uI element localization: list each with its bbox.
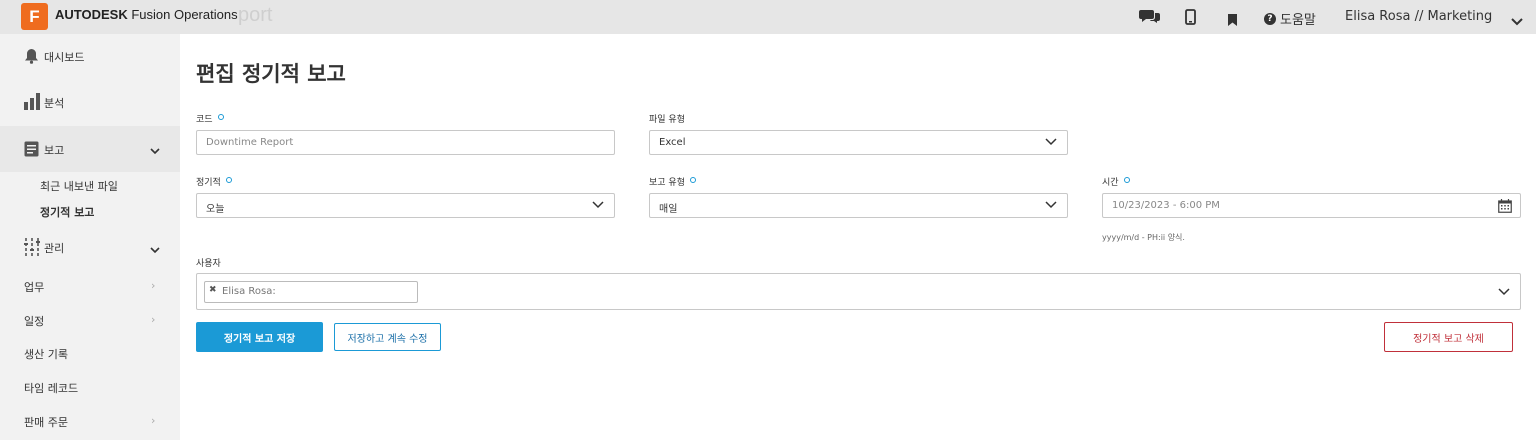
users-label: 사용자 xyxy=(196,259,221,269)
sidebar-item-sales-orders[interactable]: 판매 주문 xyxy=(24,414,68,430)
required-icon xyxy=(689,177,696,183)
time-format-hint: yyyy/m/d - PH:ii 양식. xyxy=(1102,233,1185,242)
chevron-down-icon xyxy=(592,201,604,212)
sidebar-label-reports: 보고 xyxy=(44,144,65,157)
page-ghost-title: port xyxy=(238,4,273,26)
code-input[interactable]: Downtime Report xyxy=(196,130,615,155)
code-label: 코드 xyxy=(196,112,224,125)
help-icon: ? xyxy=(1264,12,1276,25)
sidebar-label-analysis: 분석 xyxy=(44,97,65,110)
code-label-text: 코드 xyxy=(196,115,213,125)
recurring-select[interactable]: 오늘 xyxy=(196,193,615,218)
time-label-text: 시간 xyxy=(1102,178,1119,188)
delete-button[interactable]: 정기적 보고 삭제 xyxy=(1384,322,1513,352)
report-icon xyxy=(24,141,39,160)
time-input[interactable]: 10/23/2023 - 6:00 PM xyxy=(1102,193,1521,218)
brand-name: AUTODESK Fusion Operations xyxy=(55,7,238,22)
sidebar: 대시보드 분석 보고 최근 내보낸 파일 정기적 보고 관리 업무 › 일정 ›… xyxy=(0,34,180,440)
report-type-value: 매일 xyxy=(659,204,678,215)
sidebar-item-schedule[interactable]: 일정 xyxy=(24,313,44,329)
chevron-right-icon: › xyxy=(151,313,156,326)
chat-icon[interactable] xyxy=(1139,8,1161,28)
recurring-label: 정기적 xyxy=(196,175,232,188)
required-icon xyxy=(217,114,224,120)
chevron-down-icon xyxy=(150,244,160,257)
code-placeholder: Downtime Report xyxy=(206,137,294,148)
user-tag: ✖ Elisa Rosa: xyxy=(204,281,418,303)
calendar-icon[interactable] xyxy=(1498,199,1512,216)
chevron-down-icon xyxy=(1045,201,1057,212)
file-type-value: Excel xyxy=(659,137,686,148)
sidebar-label-dashboard: 대시보드 xyxy=(44,51,85,64)
save-and-continue-button[interactable]: 저장하고 계속 수정 xyxy=(334,323,441,351)
sidebar-item-reports[interactable]: 보고 xyxy=(0,126,180,172)
report-type-label: 보고 유형 xyxy=(649,175,696,188)
save-button[interactable]: 정기적 보고 저장 xyxy=(196,322,323,352)
sliders-icon xyxy=(24,238,40,259)
sidebar-item-scheduled-reports[interactable]: 정기적 보고 xyxy=(40,204,94,220)
help-link[interactable]: ? 도움말 xyxy=(1264,9,1316,28)
chevron-down-icon xyxy=(1045,138,1057,149)
chevron-down-icon xyxy=(150,145,160,158)
sidebar-item-time-records[interactable]: 타임 레코드 xyxy=(24,380,78,396)
chevron-right-icon: › xyxy=(151,414,156,427)
file-type-select[interactable]: Excel xyxy=(649,130,1068,155)
sidebar-item-dashboard[interactable]: 대시보드 xyxy=(0,44,180,68)
sidebar-item-recent-exports[interactable]: 최근 내보낸 파일 xyxy=(40,178,118,194)
time-label: 시간 xyxy=(1102,175,1130,188)
help-label: 도움말 xyxy=(1280,13,1316,28)
chevron-down-icon[interactable] xyxy=(1498,288,1510,299)
chevron-right-icon: › xyxy=(151,279,156,292)
required-icon xyxy=(1123,177,1130,183)
fusion-logo[interactable]: F xyxy=(21,3,48,30)
mobile-icon[interactable] xyxy=(1185,9,1196,29)
page-title: 편집 정기적 보고 xyxy=(196,62,346,86)
remove-tag-icon[interactable]: ✖ xyxy=(209,285,217,295)
sidebar-item-analysis[interactable]: 분석 xyxy=(0,90,180,114)
report-type-select[interactable]: 매일 xyxy=(649,193,1068,218)
users-select[interactable]: ✖ Elisa Rosa: xyxy=(196,273,1521,310)
sidebar-label-management: 관리 xyxy=(44,242,65,255)
user-menu[interactable]: Elisa Rosa // Marketing xyxy=(1345,9,1492,24)
bar-chart-icon xyxy=(24,92,40,113)
bookmark-icon[interactable] xyxy=(1228,11,1237,30)
report-type-label-text: 보고 유형 xyxy=(649,178,685,188)
time-placeholder: 10/23/2023 - 6:00 PM xyxy=(1112,200,1220,211)
required-icon xyxy=(225,177,232,183)
recurring-label-text: 정기적 xyxy=(196,178,221,188)
sidebar-item-tasks[interactable]: 업무 xyxy=(24,279,44,295)
file-type-label: 파일 유형 xyxy=(649,115,685,125)
bell-icon xyxy=(24,48,39,67)
brand-bold: AUTODESK xyxy=(55,7,128,22)
user-tag-label: Elisa Rosa: xyxy=(222,286,276,297)
top-bar: F AUTODESK Fusion Operations port ? 도움말 … xyxy=(0,0,1536,34)
brand-product: Fusion Operations xyxy=(131,7,238,22)
sidebar-item-production-records[interactable]: 생산 기록 xyxy=(24,346,68,362)
chevron-down-icon[interactable] xyxy=(1511,11,1523,30)
sidebar-item-management[interactable]: 관리 xyxy=(0,234,180,260)
recurring-value: 오늘 xyxy=(206,204,225,215)
